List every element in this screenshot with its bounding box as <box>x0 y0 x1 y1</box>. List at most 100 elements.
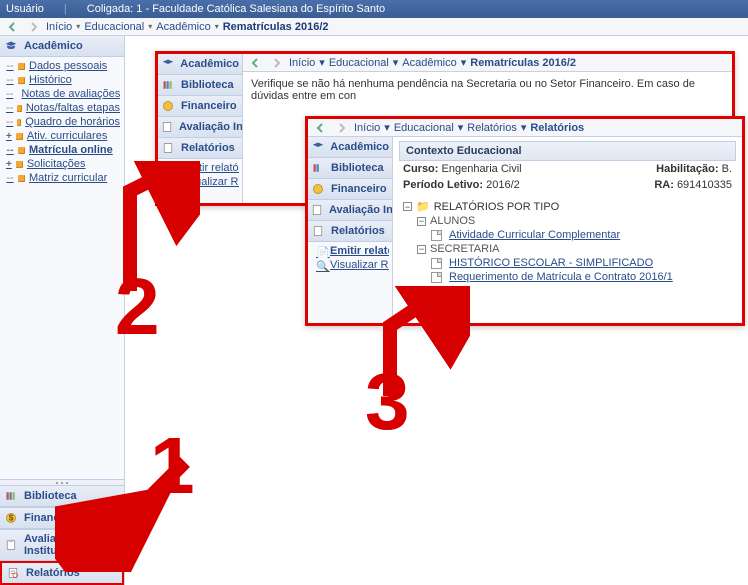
popup1-visualizar-relatorio[interactable]: 🔍Visualizar Relatório <box>166 175 239 189</box>
chevron-icon: ▾ <box>76 22 80 31</box>
sidebar-item-notas-faltas[interactable]: --Notas/faltas etapas <box>6 101 120 115</box>
sidebar-section-avaliacao[interactable]: Avaliação Instituci <box>0 529 124 561</box>
breadcrumb-current: Rematrículas 2016/2 <box>470 57 576 69</box>
usuario-label: Usuário <box>6 3 44 15</box>
sidebar: Acadêmico --Dados pessoais --Histórico -… <box>0 36 125 585</box>
popup2-emitir-relatorios[interactable]: 📄Emitir relatórios <box>316 244 389 258</box>
breadcrumb-item[interactable]: Educacional <box>329 57 389 69</box>
sidebar-item-matricula-online[interactable]: --Matrícula online <box>6 143 120 157</box>
sidebar-item-quadro-horarios[interactable]: --Quadro de horários <box>6 115 120 129</box>
nav-fwd-icon[interactable] <box>26 20 40 34</box>
annotation-number-3: 3 <box>365 356 410 448</box>
popup1-side-biblioteca[interactable]: Biblioteca <box>158 75 242 96</box>
popup1-side-relatorios[interactable]: Relatórios <box>158 138 242 159</box>
books-icon <box>161 78 175 92</box>
document-icon <box>431 258 442 269</box>
popup2-side-financeiro[interactable]: Financeiro <box>308 179 392 200</box>
report-icon <box>161 141 175 155</box>
document-icon <box>431 272 442 283</box>
breadcrumb-item[interactable]: Acadêmico <box>156 21 210 33</box>
tree-root-node[interactable]: −📁RELATÓRIOS POR TIPO <box>403 199 732 214</box>
sidebar-item-dados-pessoais[interactable]: --Dados pessoais <box>6 59 120 73</box>
tree-leaf-historico-escolar[interactable]: HISTÓRICO ESCOLAR - SIMPLIFICADO <box>431 256 732 270</box>
breadcrumb-item[interactable]: Início <box>289 57 315 69</box>
popup2-side-biblioteca[interactable]: Biblioteca <box>308 158 392 179</box>
breadcrumb-current: Relatórios <box>530 122 584 134</box>
report-icon <box>6 566 20 580</box>
popup2-side-academico[interactable]: Acadêmico <box>308 137 392 158</box>
nav-fwd-icon[interactable] <box>334 121 348 135</box>
breadcrumb-current: Rematrículas 2016/2 <box>223 21 329 33</box>
sidebar-section-label: Biblioteca <box>24 490 77 502</box>
sidebar-item-matriz-curricular[interactable]: --Matriz curricular <box>6 171 120 185</box>
bullet-icon <box>17 105 22 112</box>
money-icon <box>161 99 175 113</box>
sidebar-item-historico[interactable]: --Histórico <box>6 73 120 87</box>
topbar-separator: | <box>64 3 67 15</box>
bullet-icon <box>16 133 23 140</box>
contexto-header: Contexto Educacional <box>399 141 736 161</box>
nav-back-icon[interactable] <box>314 121 328 135</box>
breadcrumb-item[interactable]: Início <box>354 122 380 134</box>
breadcrumb-item[interactable]: Relatórios <box>467 122 517 134</box>
report-icon <box>311 224 325 238</box>
bullet-icon <box>17 119 21 126</box>
nav-fwd-icon[interactable] <box>269 56 283 70</box>
sidebar-section-label: Relatórios <box>26 567 80 579</box>
books-icon <box>4 489 18 503</box>
bullet-icon <box>16 161 23 168</box>
graduation-cap-icon <box>161 57 174 71</box>
breadcrumb-item[interactable]: Início <box>46 21 72 33</box>
nav-back-icon[interactable] <box>6 20 20 34</box>
chevron-icon: ▾ <box>215 22 219 31</box>
bullet-icon <box>18 77 25 84</box>
popup1-side-financeiro[interactable]: Financeiro <box>158 96 242 117</box>
tree-group-alunos[interactable]: −ALUNOS <box>417 214 732 228</box>
sidebar-section-financeiro[interactable]: $ Financeiro <box>0 507 124 529</box>
sidebar-section-label: Financeiro <box>24 512 80 524</box>
clipboard-icon <box>311 203 323 217</box>
books-icon <box>311 161 325 175</box>
sidebar-section-biblioteca[interactable]: Biblioteca <box>0 485 124 507</box>
tree-group-secretaria[interactable]: −SECRETARIA <box>417 242 732 256</box>
clipboard-icon <box>4 538 18 552</box>
coligada-label: Coligada: 1 - Faculdade Católica Salesia… <box>87 3 385 15</box>
app-topbar: Usuário | Coligada: 1 - Faculdade Católi… <box>0 0 748 18</box>
document-icon: 📄 <box>166 163 176 173</box>
popup1-breadcrumb: Início▾ Educacional▾ Acadêmico▾ Rematríc… <box>243 54 732 72</box>
popup2-main: Contexto Educacional Curso: Engenharia C… <box>393 137 742 323</box>
money-icon <box>311 182 325 196</box>
money-icon: $ <box>4 511 18 525</box>
popup2-side-relatorios[interactable]: Relatórios <box>308 221 392 242</box>
breadcrumb-item[interactable]: Educacional <box>394 122 454 134</box>
sidebar-item-notas-avaliacoes[interactable]: --Notas de avaliações <box>6 87 120 101</box>
popup1-side-academico[interactable]: Acadêmico <box>158 54 242 75</box>
sidebar-tree: --Dados pessoais --Histórico --Notas de … <box>0 57 124 191</box>
breadcrumb-item[interactable]: Educacional <box>84 21 144 33</box>
sidebar-section-academico[interactable]: Acadêmico <box>0 36 124 57</box>
sidebar-item-solicitacoes[interactable]: +Solicitações <box>6 157 120 171</box>
popup2-side-avaliacao[interactable]: Avaliação Instituci <box>308 200 392 221</box>
popup-relatorios: Início▾ Educacional▾ Relatórios▾ Relatór… <box>305 116 745 326</box>
bullet-icon <box>18 175 25 182</box>
bullet-icon <box>18 63 25 70</box>
nav-back-icon[interactable] <box>249 56 263 70</box>
document-icon: 📄 <box>316 246 326 256</box>
sidebar-section-relatorios[interactable]: Relatórios <box>0 561 124 585</box>
sidebar-bottom-panels: Biblioteca $ Financeiro Avaliação Instit… <box>0 479 124 585</box>
popup2-breadcrumb: Início▾ Educacional▾ Relatórios▾ Relatór… <box>308 119 742 137</box>
sidebar-item-ativ-curriculares[interactable]: +Ativ. curriculares <box>6 129 120 143</box>
popup2-visualizar-relatorio[interactable]: 🔍Visualizar Relatório <box>316 258 389 272</box>
tree-leaf-atividade-curricular[interactable]: Atividade Curricular Complementar <box>431 228 732 242</box>
svg-text:$: $ <box>9 513 14 522</box>
chevron-icon: ▾ <box>148 22 152 31</box>
breadcrumb-item[interactable]: Acadêmico <box>402 57 456 69</box>
tree-leaf-requerimento-matricula[interactable]: Requerimento de Matrícula e Contrato 201… <box>431 270 732 284</box>
ctx-row-curso: Curso: Engenharia Civil Habilitação: B. <box>399 161 736 177</box>
document-icon <box>431 230 442 241</box>
sidebar-section-label: Avaliação Instituci <box>24 533 120 557</box>
popup1-side-avaliacao[interactable]: Avaliação Instituci <box>158 117 242 138</box>
popup1-sidebar: Acadêmico Biblioteca Financeiro Avaliaçã… <box>158 54 243 203</box>
popup1-emitir-relatorios[interactable]: 📄Emitir relatórios <box>166 161 239 175</box>
sidebar-section-label: Acadêmico <box>24 40 83 52</box>
